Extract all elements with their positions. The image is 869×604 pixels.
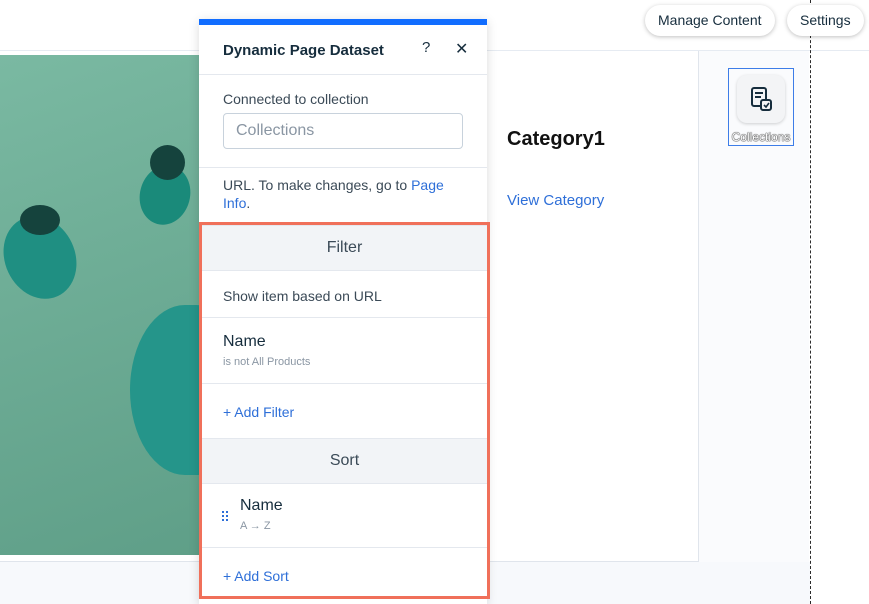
panel-divider <box>199 167 487 168</box>
panel-header-divider <box>199 74 487 75</box>
sort-divider <box>202 547 487 548</box>
product-image[interactable] <box>0 55 200 555</box>
collection-dropdown[interactable]: Collections <box>223 113 463 149</box>
add-filter-button[interactable]: + Add Filter <box>223 404 294 420</box>
collections-widget[interactable]: Collections <box>728 68 794 146</box>
panel-title: Dynamic Page Dataset <box>223 42 384 59</box>
url-note-text: URL. To make changes, go to <box>223 177 412 193</box>
url-note: URL. To make changes, go to Page Info. <box>223 176 468 212</box>
show-item-url-text: Show item based on URL <box>223 288 382 304</box>
category-title[interactable]: Category1 <box>507 128 605 151</box>
manage-content-button[interactable]: Manage Content <box>645 5 775 36</box>
close-icon[interactable]: ✕ <box>455 39 468 59</box>
collections-widget-label: Collections <box>731 130 791 144</box>
filter-divider <box>202 383 487 384</box>
drag-handle-icon[interactable] <box>222 511 230 521</box>
collection-document-icon[interactable] <box>737 75 785 123</box>
page-edge-guide <box>810 0 811 604</box>
sort-item-order: A → Z <box>240 520 271 532</box>
sort-item-field: Name <box>240 497 283 514</box>
connected-collection-label: Connected to collection <box>223 91 369 107</box>
filter-item-condition: is not All Products <box>223 356 311 368</box>
help-icon[interactable]: ? <box>422 39 430 56</box>
add-sort-button[interactable]: + Add Sort <box>223 568 289 584</box>
filter-item-field: Name <box>223 333 266 350</box>
view-category-link[interactable]: View Category <box>507 192 604 209</box>
sort-header: Sort <box>202 438 487 484</box>
filter-sort-section: Filter Show item based on URL Name is no… <box>199 222 490 599</box>
url-note-end: . <box>246 195 251 211</box>
settings-button[interactable]: Settings <box>787 5 864 36</box>
filter-header: Filter <box>202 225 487 271</box>
filter-divider <box>202 317 487 318</box>
